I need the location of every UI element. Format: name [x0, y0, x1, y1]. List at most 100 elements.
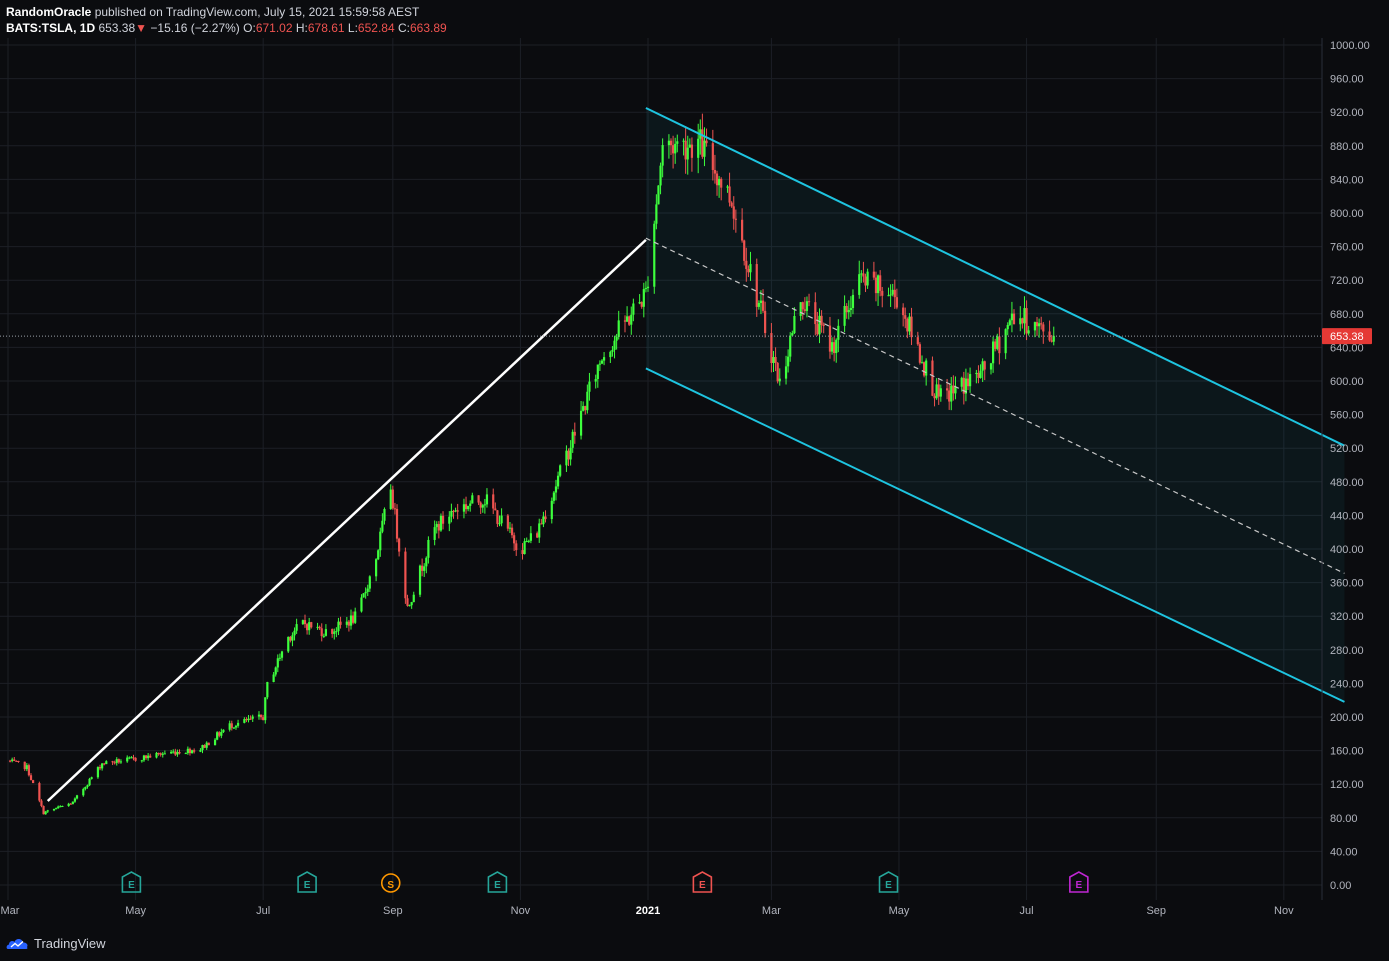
candle-body — [186, 748, 189, 754]
candle-body — [667, 140, 671, 146]
candle-body — [996, 336, 999, 349]
candle-body — [759, 300, 763, 303]
candle-body — [23, 761, 26, 770]
event-marker[interactable]: E — [121, 871, 142, 893]
candle-body — [213, 739, 217, 746]
candle-body — [71, 801, 74, 805]
candle-body — [142, 755, 146, 761]
symbol-label[interactable]: BATS:TSLA, 1D — [6, 21, 95, 35]
candle-body — [17, 760, 20, 762]
price-tick-label: 520.00 — [1330, 443, 1364, 455]
candle-body — [552, 492, 555, 501]
candle-body — [425, 557, 428, 567]
candle-body — [216, 732, 219, 740]
author-name[interactable]: RandomOracle — [6, 5, 91, 19]
candle-body — [818, 315, 821, 335]
price-tick-label: 0.00 — [1330, 880, 1351, 892]
candle-body — [379, 531, 382, 551]
candle-body — [11, 759, 14, 761]
candle-body — [259, 714, 263, 718]
event-marker[interactable]: E — [1069, 871, 1089, 893]
event-marker-label: E — [304, 880, 311, 891]
candle-body — [456, 510, 459, 512]
candle-body — [872, 271, 875, 278]
candle-body — [144, 755, 148, 759]
candle-body — [98, 767, 102, 769]
event-marker-label: E — [128, 880, 135, 891]
candle-body — [301, 620, 305, 625]
event-marker[interactable]: E — [297, 871, 317, 893]
candle-body — [628, 316, 631, 325]
candle-body — [234, 725, 238, 728]
candle-body — [31, 780, 35, 784]
price-tick-label: 400.00 — [1330, 544, 1364, 556]
candle-body — [594, 379, 597, 382]
candle-body — [860, 273, 863, 275]
time-tick-label: Mar — [762, 905, 781, 917]
candle-body — [761, 300, 765, 311]
event-markers[interactable]: EESEEEE — [121, 871, 1089, 893]
candle-body — [496, 510, 499, 524]
candle-body — [1040, 323, 1043, 325]
candle-body — [393, 508, 397, 510]
candle-body — [690, 144, 694, 158]
candle-body — [126, 757, 129, 762]
candle-body — [188, 748, 192, 754]
candle-body — [908, 316, 911, 332]
candle-body — [734, 218, 737, 220]
candle-body — [538, 523, 541, 538]
candle-body — [404, 551, 407, 599]
price-chart[interactable]: E E S E E E E 0.00 40.00 80.00 120.00 160.00 200.00… — [0, 0, 1389, 926]
candle-body — [805, 301, 809, 311]
candle-body — [1008, 320, 1011, 325]
candle-body — [375, 559, 378, 577]
event-marker[interactable]: E — [878, 871, 899, 893]
candle-body — [579, 410, 583, 436]
price-tick-label: 240.00 — [1330, 678, 1364, 690]
candle-body — [902, 307, 905, 316]
candle-body — [38, 783, 41, 801]
candle-body — [412, 594, 415, 603]
candle-body — [349, 615, 353, 626]
candle-body — [52, 808, 56, 811]
tradingview-logo[interactable]: TradingView — [6, 934, 106, 952]
candle-body — [655, 204, 658, 224]
price-tick-label: 640.00 — [1330, 342, 1364, 354]
candle-body — [174, 751, 177, 755]
candle-body — [318, 626, 321, 629]
event-marker-label: E — [699, 880, 706, 891]
price-tick-label: 680.00 — [1330, 309, 1364, 321]
low-value: 652.84 — [357, 21, 395, 35]
event-marker[interactable]: S — [380, 873, 401, 893]
candle-body — [874, 277, 878, 294]
candle-body — [222, 729, 225, 733]
candle-body — [642, 289, 645, 307]
candle-body — [1012, 313, 1016, 325]
candle-body — [833, 342, 836, 354]
candle-body — [764, 310, 767, 334]
candle-body — [251, 716, 254, 719]
candle-body — [105, 761, 108, 765]
candle-body — [556, 475, 560, 487]
candle-body — [816, 324, 819, 335]
candle-body — [701, 129, 704, 157]
time-axis[interactable]: Mar May Jul Sep Nov 2021 Mar May Jul Sep Nov — [1, 905, 1295, 917]
time-tick-label: Jul — [1020, 905, 1034, 917]
candle-body — [220, 732, 223, 736]
price-tick-label: 920.00 — [1330, 107, 1364, 119]
candle-body — [362, 593, 365, 598]
candle-body — [25, 765, 28, 770]
candle-body — [500, 515, 503, 524]
candle-body — [935, 384, 938, 399]
candle-body — [609, 351, 612, 358]
candle-body — [630, 314, 633, 325]
event-marker[interactable]: E — [692, 871, 713, 893]
event-marker[interactable]: E — [487, 871, 508, 893]
candle-body — [368, 576, 371, 589]
candle-body — [625, 316, 629, 322]
candle-body — [586, 391, 589, 411]
candle-body — [515, 543, 518, 551]
candle-body — [571, 431, 574, 448]
candle-body — [247, 718, 250, 721]
candle-body — [441, 515, 445, 524]
